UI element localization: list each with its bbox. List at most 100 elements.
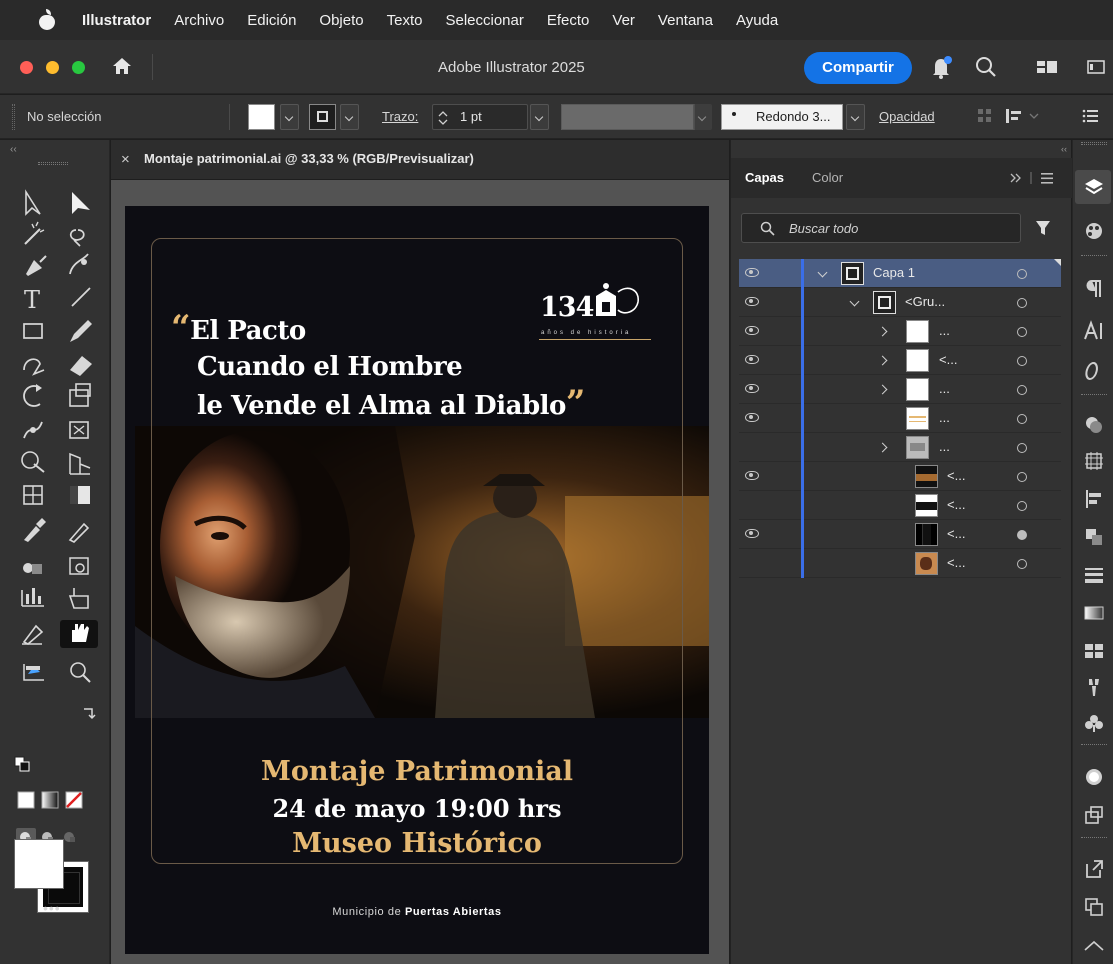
- layer-row[interactable]: <...: [739, 520, 1061, 549]
- close-window-button[interactable]: [20, 61, 33, 74]
- artboard[interactable]: “El Pacto Cuando el Hombre le Vende el A…: [125, 206, 709, 954]
- target-circle-icon[interactable]: [1017, 530, 1027, 540]
- libraries-icon[interactable]: [1083, 936, 1105, 958]
- gradient-panel-icon[interactable]: [1083, 602, 1105, 624]
- character-icon[interactable]: [1083, 320, 1105, 342]
- layer-row[interactable]: ...: [739, 433, 1061, 462]
- control-bar-grip[interactable]: [12, 104, 15, 130]
- target-circle-icon[interactable]: [1017, 559, 1027, 569]
- target-circle-icon[interactable]: [1017, 327, 1027, 337]
- close-document-icon[interactable]: ×: [121, 151, 130, 168]
- layer-row[interactable]: <...: [739, 462, 1061, 491]
- appearance-icon[interactable]: [1083, 414, 1105, 436]
- layer-name[interactable]: <Gru...: [905, 294, 945, 309]
- target-circle-icon[interactable]: [1017, 356, 1027, 366]
- panel-menu-icon[interactable]: [1009, 170, 1061, 186]
- color-palette-icon[interactable]: [1083, 220, 1105, 242]
- layer-name[interactable]: <...: [947, 526, 965, 541]
- dock-grip[interactable]: [1081, 142, 1107, 145]
- menu-ventana[interactable]: Ventana: [658, 12, 713, 29]
- variable-width-profile[interactable]: [561, 104, 695, 130]
- document-tab-title[interactable]: Montaje patrimonial.ai @ 33,33 % (RGB/Pr…: [144, 151, 474, 166]
- tools-grip[interactable]: [38, 162, 68, 165]
- collapse-right-icon[interactable]: ‹‹: [1061, 144, 1067, 154]
- share-export-icon[interactable]: [1083, 858, 1105, 880]
- expand-caret-icon[interactable]: [817, 267, 828, 278]
- expand-caret-icon[interactable]: [877, 442, 888, 453]
- align-options-icon[interactable]: [1004, 107, 1044, 125]
- target-circle-icon[interactable]: [1017, 443, 1027, 453]
- home-icon[interactable]: [112, 56, 132, 76]
- menu-texto[interactable]: Texto: [387, 12, 423, 29]
- color-mode-buttons[interactable]: [16, 789, 96, 811]
- document-tab[interactable]: × Montaje patrimonial.ai @ 33,33 % (RGB/…: [111, 140, 729, 180]
- target-circle-icon[interactable]: [1017, 414, 1027, 424]
- target-circle-icon[interactable]: [1017, 501, 1027, 511]
- layers-icon[interactable]: [1083, 176, 1105, 198]
- visibility-eye-icon[interactable]: [745, 297, 759, 306]
- export-icon[interactable]: [1083, 804, 1105, 826]
- menu-efecto[interactable]: Efecto: [547, 12, 590, 29]
- expand-caret-icon[interactable]: [849, 296, 860, 307]
- layer-name[interactable]: ...: [939, 323, 950, 338]
- zoom-window-button[interactable]: [72, 61, 85, 74]
- opacity-label[interactable]: Opacidad: [879, 109, 935, 124]
- recolor-grid-icon[interactable]: [976, 107, 994, 125]
- pathfinder-icon[interactable]: [1083, 526, 1105, 548]
- menu-ver[interactable]: Ver: [612, 12, 635, 29]
- search-icon[interactable]: [975, 55, 997, 79]
- swap-fill-stroke-icon[interactable]: [82, 706, 96, 722]
- stroke-color-swatch[interactable]: [309, 104, 336, 130]
- layer-name[interactable]: <...: [939, 352, 957, 367]
- layer-name[interactable]: <...: [947, 497, 965, 512]
- brush-dropdown[interactable]: [846, 104, 865, 130]
- layer-row[interactable]: <Gru...: [739, 288, 1061, 317]
- stroke-weight-field[interactable]: 1 pt: [432, 104, 528, 130]
- stroke-weight-dropdown[interactable]: [530, 104, 549, 130]
- menu-seleccionar[interactable]: Seleccionar: [445, 12, 523, 29]
- fill-dropdown[interactable]: [280, 104, 299, 130]
- menu-ayuda[interactable]: Ayuda: [736, 12, 778, 29]
- layers-search-input[interactable]: Buscar todo: [741, 213, 1021, 243]
- control-menu-icon[interactable]: [1082, 108, 1100, 124]
- visibility-eye-icon[interactable]: [745, 268, 759, 277]
- stroke-panel-icon[interactable]: [1083, 564, 1105, 586]
- layer-row[interactable]: <...: [739, 549, 1061, 578]
- opentype-icon[interactable]: [1083, 360, 1105, 382]
- edit-toolbar-button[interactable]: •••: [43, 900, 61, 916]
- share-button[interactable]: Compartir: [804, 52, 912, 84]
- layer-name[interactable]: ...: [939, 410, 950, 425]
- menu-objeto[interactable]: Objeto: [319, 12, 363, 29]
- layer-row[interactable]: ...: [739, 375, 1061, 404]
- visibility-eye-icon[interactable]: [745, 471, 759, 480]
- default-fill-stroke-icon[interactable]: [14, 756, 30, 772]
- stroke-label[interactable]: Trazo:: [382, 109, 418, 124]
- layer-row[interactable]: ...: [739, 317, 1061, 346]
- visibility-eye-icon[interactable]: [745, 384, 759, 393]
- layer-name[interactable]: Capa 1: [873, 265, 915, 280]
- menu-archivo[interactable]: Archivo: [174, 12, 224, 29]
- tab-layers[interactable]: Capas: [745, 170, 784, 185]
- profile-dropdown[interactable]: [693, 104, 712, 130]
- expand-caret-icon[interactable]: [877, 384, 888, 395]
- visibility-eye-icon[interactable]: [745, 529, 759, 538]
- stroke-dropdown[interactable]: [340, 104, 359, 130]
- layer-name[interactable]: ...: [939, 381, 950, 396]
- target-circle-icon[interactable]: [1017, 298, 1027, 308]
- transparency-icon[interactable]: [1083, 766, 1105, 788]
- minimize-window-button[interactable]: [46, 61, 59, 74]
- expand-caret-icon[interactable]: [877, 355, 888, 366]
- layer-row[interactable]: Capa 1: [739, 259, 1061, 288]
- paragraph-icon[interactable]: [1083, 278, 1105, 300]
- fill-color-swatch[interactable]: [248, 104, 275, 130]
- stepper-icon[interactable]: [438, 110, 448, 126]
- fill-color-indicator[interactable]: [14, 839, 64, 889]
- swatches-icon[interactable]: [1083, 640, 1105, 662]
- target-circle-icon[interactable]: [1017, 472, 1027, 482]
- visibility-eye-icon[interactable]: [745, 355, 759, 364]
- collapse-panel-icon[interactable]: ‹‹: [10, 144, 17, 155]
- align-icon[interactable]: [1083, 488, 1105, 510]
- apple-icon[interactable]: [38, 9, 56, 30]
- layer-row[interactable]: <...: [739, 491, 1061, 520]
- menu-edicion[interactable]: Edición: [247, 12, 296, 29]
